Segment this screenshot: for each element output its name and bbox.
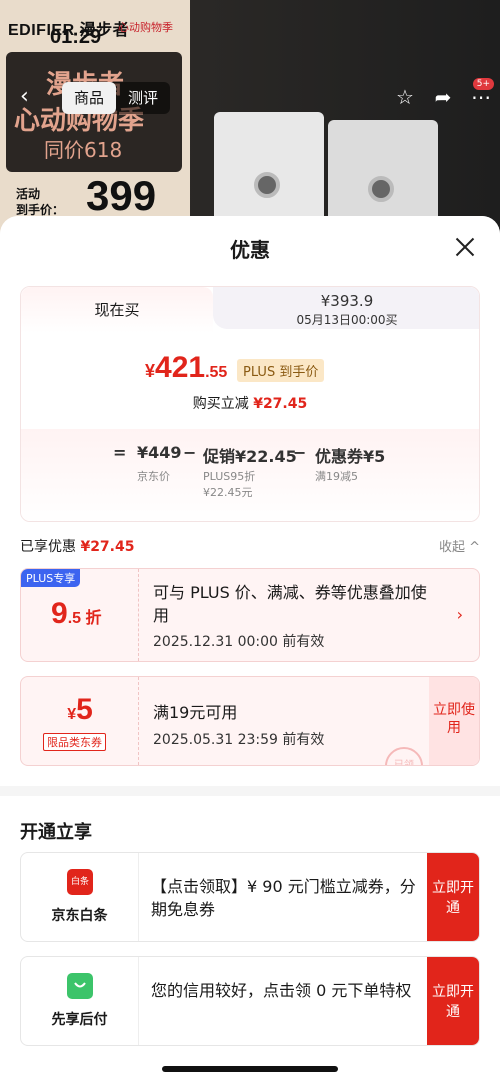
open-now-button[interactable]: 立即开通 bbox=[427, 853, 479, 941]
section-title: 开通立享 bbox=[20, 822, 92, 843]
coupon-expiry: 2025.12.31 00:00 前有效 bbox=[153, 634, 325, 650]
coupon-expiry: 2025.05.31 23:59 前有效 bbox=[153, 732, 325, 748]
final-price: ¥421.55 bbox=[145, 351, 227, 385]
sheet-header: 优惠 bbox=[0, 216, 500, 278]
coupon-type-tag: 限品类东券 bbox=[43, 733, 106, 751]
price-integer: 421 bbox=[155, 351, 206, 384]
tab-buy-now[interactable]: 现在买 bbox=[21, 287, 213, 333]
activity-label-line: 活动 bbox=[16, 187, 41, 201]
discount-rate-int: 9 bbox=[51, 597, 68, 630]
service-description: 您的信用较好，点击领 0 元下单特权 bbox=[151, 981, 412, 1000]
share-icon[interactable]: ➦ bbox=[430, 84, 456, 110]
price-currency: ¥ bbox=[145, 361, 156, 381]
claimed-stamp: 已领 bbox=[385, 747, 423, 765]
plus-exclusive-badge: PLUS专享 bbox=[21, 569, 81, 587]
shopping-bag-icon bbox=[67, 973, 93, 999]
formula-coupon: 优惠券¥5 bbox=[315, 447, 386, 466]
brand-tag: 心动购物季 bbox=[118, 21, 173, 34]
plus-discount-coupon[interactable]: PLUS专享 9.5 折 可与 PLUS 价、满减、券等优惠叠加使用 2025.… bbox=[20, 568, 480, 662]
service-brand: 先享后付 bbox=[21, 957, 139, 1045]
reduction-label: 购买立减 bbox=[192, 396, 249, 412]
use-now-button[interactable]: 立即使用 bbox=[429, 677, 479, 765]
formula-minus: − bbox=[183, 443, 197, 462]
open-benefits-section: 开通立享 白条 京东白条 【点击领取】¥ 90 元门槛立减券，分期免息券 立即开… bbox=[0, 796, 500, 1083]
coupon-description: 可与 PLUS 价、满减、券等优惠叠加使用 bbox=[153, 583, 427, 625]
price-card: 现在买 ¥393.9 05月13日00:00买 ¥421.55 PLUS 到手价… bbox=[20, 286, 480, 522]
service-name: 京东白条 bbox=[51, 908, 108, 924]
reduction-value: ¥27.45 bbox=[253, 396, 308, 412]
speaker-cone bbox=[254, 172, 280, 198]
tab-buy-later[interactable]: ¥393.9 05月13日00:00买 bbox=[213, 287, 479, 329]
sheet-title: 优惠 bbox=[230, 238, 270, 262]
activity-label: 活动 到手价： bbox=[16, 186, 64, 218]
tab-review[interactable]: 测评 bbox=[116, 82, 170, 114]
saved-value: ¥27.45 bbox=[80, 539, 135, 555]
saved-summary: 已享优惠 ¥27.45 收起 ^ bbox=[20, 536, 480, 556]
formula-jd-price-label: 京东价 bbox=[137, 470, 170, 483]
price-tabs: 现在买 ¥393.9 05月13日00:00买 bbox=[21, 287, 479, 333]
chevron-right-icon[interactable]: › bbox=[457, 605, 463, 624]
formula-minus: − bbox=[293, 443, 307, 462]
formula-promo-sub: PLUS95折 bbox=[203, 470, 256, 483]
formula-promo-sub: ¥22.45元 bbox=[203, 486, 253, 499]
price-decimal: .55 bbox=[205, 364, 228, 381]
cart-badge: 5+ bbox=[472, 78, 494, 90]
service-name: 先享后付 bbox=[51, 1012, 108, 1028]
saved-amount: 已享优惠 ¥27.45 bbox=[20, 536, 134, 556]
product-tabs: 商品 测评 bbox=[62, 82, 171, 114]
coupon-value-block: PLUS专享 9.5 折 bbox=[21, 569, 139, 661]
formula-equals: = bbox=[113, 443, 127, 462]
plus-price-tag: PLUS 到手价 bbox=[237, 359, 325, 382]
category-coupon: ¥5 限品类东券 满19元可用 2025.05.31 23:59 前有效 已领 … bbox=[20, 676, 480, 766]
discount-rate: 9.5 折 bbox=[51, 597, 101, 631]
saved-label: 已享优惠 bbox=[20, 539, 76, 555]
coupon-condition: 满19元可用 bbox=[153, 703, 238, 722]
formula-coupon-sub: 满19减5 bbox=[315, 470, 358, 483]
price-formula: = ¥449 − 促销¥22.45 − 优惠券¥5 京东价 PLUS95折 ¥2… bbox=[21, 429, 479, 521]
formula-jd-price: ¥449 bbox=[137, 443, 182, 462]
baitiao-icon: 白条 bbox=[67, 869, 93, 895]
back-icon[interactable]: ‹ bbox=[20, 86, 42, 108]
activity-price: 399 bbox=[86, 172, 157, 219]
later-price: ¥393.9 bbox=[320, 292, 374, 310]
banner-line: 同价618 bbox=[44, 138, 123, 162]
coupon-currency: ¥ bbox=[67, 706, 77, 723]
formula-promo: 促销¥22.45 bbox=[203, 447, 297, 466]
discount-sheet: 优惠 现在买 ¥393.9 05月13日00:00买 ¥421.55 PLUS … bbox=[0, 216, 500, 1083]
service-jd-baitiao: 白条 京东白条 【点击领取】¥ 90 元门槛立减券，分期免息券 立即开通 bbox=[20, 852, 480, 942]
open-now-button[interactable]: 立即开通 bbox=[427, 957, 479, 1045]
status-clock: 01:29 bbox=[50, 26, 102, 48]
discount-panel: 现在买 ¥393.9 05月13日00:00买 ¥421.55 PLUS 到手价… bbox=[0, 278, 500, 786]
collapse-toggle[interactable]: 收起 ^ bbox=[439, 536, 480, 555]
coupon-amount: ¥5 bbox=[21, 693, 139, 727]
star-icon[interactable]: ☆ bbox=[392, 84, 418, 110]
tab-buy-now-label: 现在买 bbox=[94, 301, 140, 319]
later-time: 05月13日00:00买 bbox=[296, 313, 398, 327]
product-page-background: EDIFIER 漫步者 心动购物季 01:29 漫步者 心动购物季 同价618 … bbox=[0, 0, 500, 240]
service-description: 【点击领取】¥ 90 元门槛立减券，分期免息券 bbox=[151, 877, 416, 919]
service-pay-later: 先享后付 您的信用较好，点击领 0 元下单特权 立即开通 bbox=[20, 956, 480, 1046]
home-indicator bbox=[162, 1066, 338, 1072]
final-price-block: ¥421.55 PLUS 到手价 购买立减 ¥27.45 bbox=[21, 333, 479, 429]
tab-product[interactable]: 商品 bbox=[62, 82, 117, 114]
coupon-amount-value: 5 bbox=[76, 693, 93, 726]
instant-reduction: 购买立减 ¥27.45 bbox=[21, 393, 479, 413]
service-brand: 白条 京东白条 bbox=[21, 853, 139, 941]
coupon-value-block: ¥5 限品类东券 bbox=[21, 677, 139, 765]
discount-rate-dec: .5 折 bbox=[67, 610, 102, 627]
close-icon[interactable] bbox=[454, 236, 476, 258]
speaker-cone bbox=[368, 176, 394, 202]
